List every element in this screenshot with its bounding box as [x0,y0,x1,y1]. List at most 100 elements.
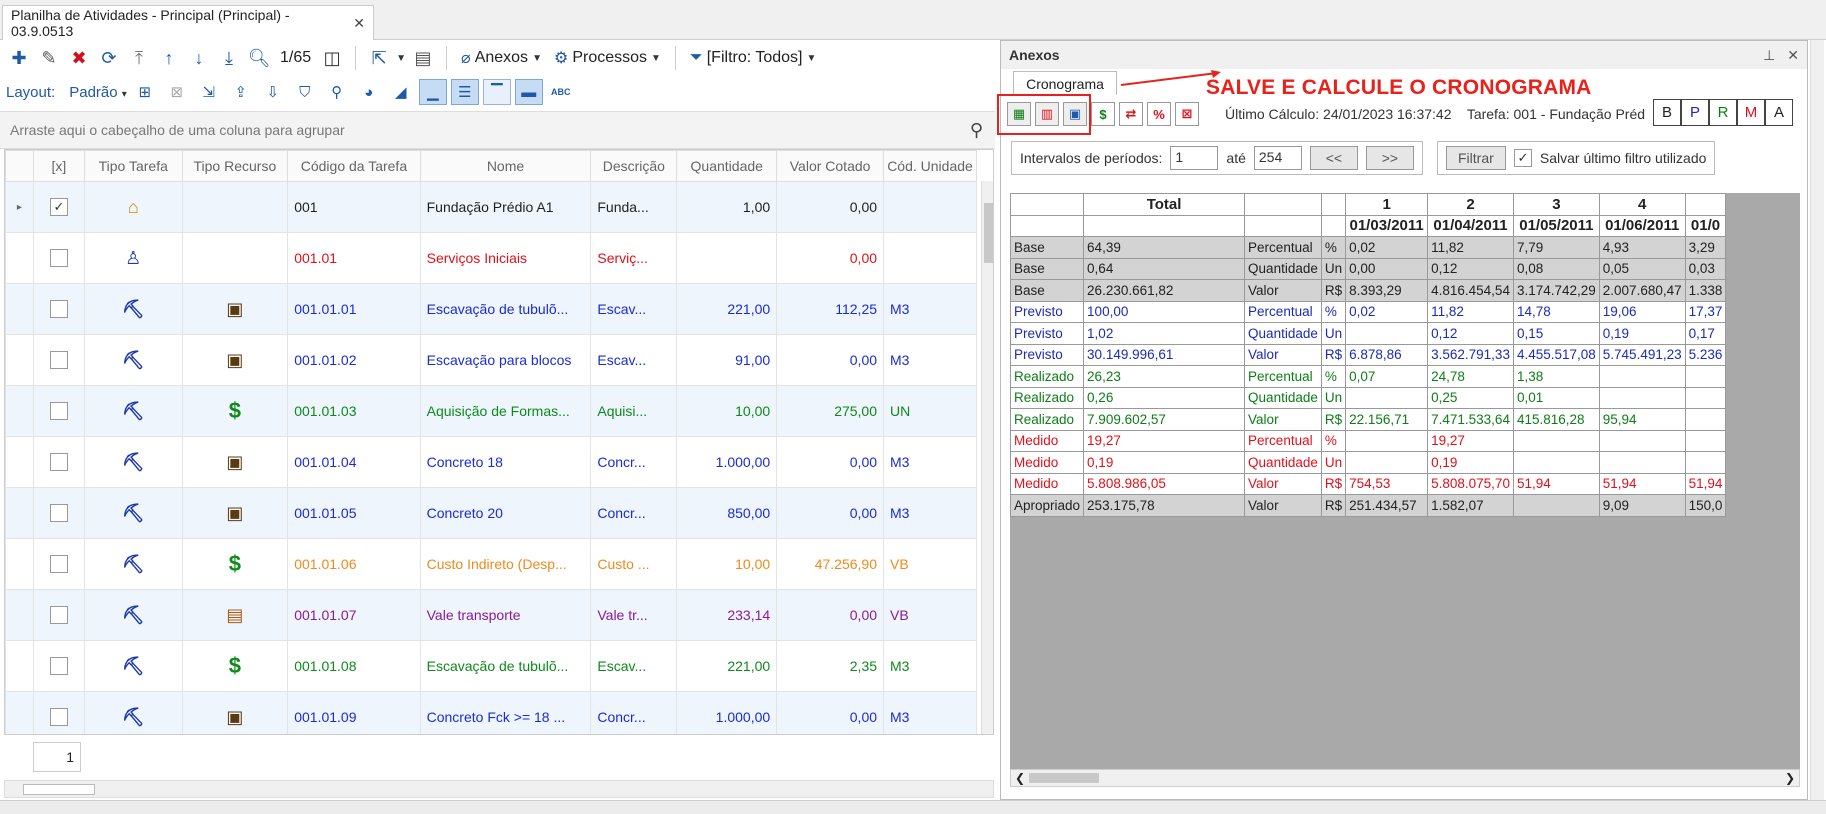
nome-cell[interactable]: Aquisição de Formas... [419,385,592,437]
clear-calculation-icon[interactable]: ⊠ [1175,102,1199,126]
selected-cell[interactable] [1010,214,1085,237]
outdent-down-icon[interactable]: ⇩ [259,79,287,105]
valor-cell[interactable]: 0,00 [776,436,885,488]
nome-cell[interactable]: Concreto Fck >= 18 ... [419,691,592,734]
tipo-recurso-cell[interactable]: ▣ [181,283,289,335]
chart-icon[interactable]: ◢ [387,79,415,105]
row-checkbox[interactable]: ✓ [32,181,85,233]
tipo-tarefa-cell[interactable]: ⛏ [83,640,183,692]
column-header[interactable]: Quantidade [676,150,778,182]
row-indicator[interactable]: ▸ [5,181,34,233]
shapes-icon[interactable]: ◕ [355,79,383,105]
search-icon[interactable]: 🔍︎ [246,45,272,71]
checkbox-icon[interactable] [49,249,68,268]
quantidade-cell[interactable]: 10,00 [676,385,778,437]
row-checkbox[interactable] [32,589,85,641]
cronograma-row[interactable]: Medido 19,27 Percentual% 19,27 [1010,429,1727,452]
row-indicator[interactable] [5,487,34,539]
search-icon[interactable]: ⚲ [970,120,983,141]
codigo-cell[interactable]: 001.01.07 [287,589,421,641]
next-period-button[interactable]: >> [1365,146,1414,170]
row-indicator[interactable] [5,283,34,335]
quantidade-cell[interactable]: 10,00 [676,538,778,590]
row-indicator[interactable] [5,232,34,284]
edit-icon[interactable]: ✎ [36,45,62,71]
cronograma-horizontal-scrollbar[interactable]: ❮ ❯ [1010,769,1800,787]
move-down-icon[interactable]: ↓ [186,45,212,71]
tipo-recurso-cell[interactable] [181,181,289,233]
row-checkbox[interactable] [32,283,85,335]
nome-cell[interactable]: Escavação de tubulõ... [419,283,592,335]
tipo-recurso-cell[interactable] [181,232,289,284]
cronograma-row[interactable]: Realizado 26,23 Percentual% 0,07 24,78 1,38 [1010,365,1727,388]
row-indicator[interactable] [5,691,34,734]
column-header[interactable]: Valor Cotado [776,150,885,182]
codigo-cell[interactable]: 001.01.04 [287,436,421,488]
table-row[interactable]: ⛏ ▣ 001.01.09 Concreto Fck >= 18 ... Concr..… [5,691,977,734]
checkbox-icon[interactable] [49,504,68,523]
percent-icon[interactable]: % [1147,102,1171,126]
tipo-tarefa-cell[interactable]: ⛏ [83,283,183,335]
table-row[interactable]: ⛏ ▣ 001.01.05 Concreto 20 Concr... 850,00 0,00… [5,487,977,539]
window-vertical-scrollbar[interactable] [1810,40,1824,800]
cronograma-row[interactable]: Base 0,64 Quantidade Un 0,00 0,12 0,08 0,05 0,03 [1010,257,1727,280]
tipo-recurso-cell[interactable]: $ [181,385,289,437]
row-checkbox[interactable] [32,538,85,590]
table-row[interactable]: ⛏ $001.01.06 Custo Indireto (Desp... Custo … [5,538,977,590]
quantidade-cell[interactable]: 850,00 [676,487,778,539]
layout-bottom-icon[interactable]: ▁ [418,79,447,105]
cronograma-row[interactable]: Base 64,39 Percentual% 0,02 11,82 7,79 4,93 3,2… [1010,236,1727,259]
scrollbar-thumb[interactable] [984,203,993,263]
tipo-recurso-cell[interactable]: ▣ [181,436,289,488]
scroll-right-icon[interactable]: ❯ [1785,771,1795,785]
valor-cell[interactable]: 0,00 [776,487,885,539]
cronograma-row[interactable]: Previsto 1,02 Quantidade Un 0,12 0,15 0,19 0,17 [1010,322,1727,345]
series-toggle-m[interactable]: M [1737,99,1765,126]
tipo-tarefa-cell[interactable]: ⛏ [83,487,183,539]
interval-from-input[interactable]: 1 [1170,146,1219,170]
move-up-icon[interactable]: ↑ [156,45,182,71]
column-header[interactable]: Tipo Tarefa [83,150,183,182]
close-icon[interactable]: ✕ [1787,47,1799,64]
row-checkbox[interactable] [32,691,85,734]
codigo-cell[interactable]: 001.01.05 [287,487,421,539]
previous-period-button[interactable]: << [1309,146,1358,170]
tipo-tarefa-cell[interactable]: ⛏ [83,436,183,488]
codigo-cell[interactable]: 001 [287,181,421,233]
table-row[interactable]: ⛏ ▣ 001.01.02 Escavação para blocos Escav...… [5,334,977,386]
chevron-down-icon[interactable]: ▼ [396,53,406,64]
pin-icon[interactable]: ⚲ [323,79,351,105]
unidade-cell[interactable]: UN [883,385,977,437]
expand-icon[interactable]: ⊞ [131,79,159,105]
interval-to-input[interactable]: 254 [1253,146,1302,170]
descricao-cell[interactable]: Escav... [590,334,678,386]
group-by-area[interactable]: Arraste aqui o cabeçalho de uma coluna p… [0,111,995,149]
cronograma-row[interactable]: Base 26.230.661,82 Valor R$ 8.393,29 4.816.45… [1010,279,1727,302]
pin-icon[interactable]: ⊥ [1763,47,1775,64]
layout-top-icon[interactable]: ▔ [482,79,511,105]
tipo-recurso-cell[interactable]: $ [181,538,289,590]
checkbox-icon[interactable]: ✓ [49,198,68,217]
nome-cell[interactable]: Escavação de tubulõ... [419,640,592,692]
descricao-cell[interactable]: Concr... [590,691,678,734]
column-header[interactable]: [x] [32,150,85,182]
valor-cell[interactable]: 47.256,90 [776,538,885,590]
cronograma-row[interactable]: Realizado 7.909.602,57 Valor R$ 22.156,71 7.4… [1010,408,1727,431]
valor-cell[interactable]: 0,00 [776,334,885,386]
delete-icon[interactable]: ✖ [66,45,92,71]
codigo-cell[interactable]: 001.01.08 [287,640,421,692]
quantidade-cell[interactable]: 1.000,00 [676,691,778,734]
processos-button[interactable]: ⚙ Processos ▼ [550,48,665,68]
quantidade-cell[interactable]: 221,00 [676,283,778,335]
unidade-cell[interactable]: VB [883,589,977,641]
descricao-cell[interactable]: Aquisi... [590,385,678,437]
nome-cell[interactable]: Concreto 18 [419,436,592,488]
layout-fill-icon[interactable]: ▬ [514,79,543,105]
tipo-tarefa-cell[interactable]: ⛏ [83,334,183,386]
unidade-cell[interactable]: M3 [883,436,977,488]
nome-cell[interactable]: Escavação para blocos [419,334,592,386]
cronograma-row[interactable]: Realizado 0,26 Quantidade Un 0,25 0,01 [1010,386,1727,409]
row-checkbox[interactable] [32,487,85,539]
layout-select[interactable]: Padrão ▾ [69,84,127,101]
spellcheck-icon[interactable]: ABC [547,79,575,105]
